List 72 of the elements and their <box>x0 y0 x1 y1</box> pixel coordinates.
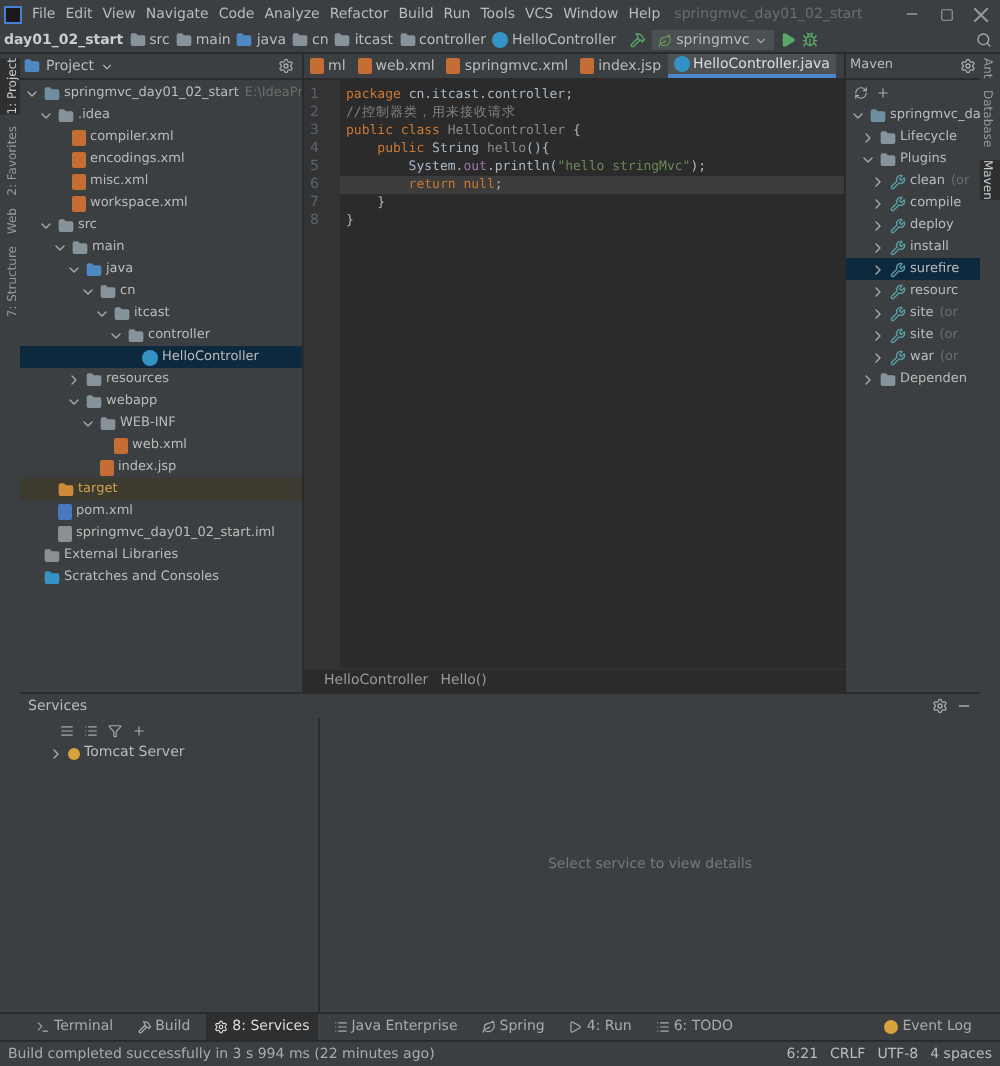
file-icon <box>310 58 324 74</box>
caret-icon[interactable] <box>870 327 886 343</box>
hammer-icon <box>137 1020 152 1034</box>
filter-icon[interactable] <box>108 723 122 737</box>
file-icon <box>357 58 372 74</box>
folder-icon <box>100 415 116 431</box>
folder-icon <box>880 129 896 145</box>
folder-icon <box>334 32 351 48</box>
caret-icon[interactable] <box>870 349 886 365</box>
folder-icon <box>880 151 896 167</box>
run-icon[interactable] <box>779 32 796 48</box>
folder-icon <box>44 547 60 563</box>
search-icon[interactable] <box>976 32 992 48</box>
folder-icon <box>44 85 60 101</box>
caret-icon[interactable] <box>870 195 886 211</box>
folder-icon <box>86 393 102 409</box>
debug-icon[interactable] <box>801 32 818 48</box>
maximize-icon[interactable] <box>940 7 954 21</box>
class-icon <box>491 32 508 48</box>
settings-icon[interactable] <box>278 58 294 74</box>
expand-all-icon[interactable] <box>60 723 74 737</box>
settings-icon[interactable] <box>932 698 948 714</box>
folder-icon <box>58 217 74 233</box>
settings-icon[interactable] <box>960 58 976 74</box>
file-icon <box>446 58 461 74</box>
leaf-icon <box>658 33 673 47</box>
list-icon <box>655 1020 670 1034</box>
leaf-icon <box>481 1020 496 1034</box>
caret-icon[interactable] <box>870 239 886 255</box>
folder-icon <box>58 107 74 123</box>
add-icon[interactable] <box>876 85 890 99</box>
tomcat-icon <box>68 747 80 759</box>
caret-icon[interactable] <box>860 129 876 145</box>
folder-icon <box>100 283 116 299</box>
folder-icon <box>292 32 309 48</box>
caret-icon[interactable] <box>870 173 886 189</box>
folder-icon <box>399 32 416 48</box>
event-log-icon <box>884 1020 899 1034</box>
add-icon[interactable] <box>132 723 146 737</box>
folder-icon <box>175 32 192 48</box>
caret-icon[interactable] <box>870 261 886 277</box>
folder-icon <box>72 239 88 255</box>
caret-icon[interactable] <box>99 59 114 73</box>
folder-icon <box>236 32 253 48</box>
folder-icon <box>128 327 144 343</box>
file-icon <box>580 58 595 74</box>
list-icon <box>333 1020 348 1034</box>
caret-icon[interactable] <box>870 217 886 233</box>
caret-icon[interactable] <box>48 745 64 761</box>
close-icon[interactable] <box>974 7 988 21</box>
folder-icon <box>86 261 102 277</box>
class-icon <box>673 56 690 72</box>
hammer-icon[interactable] <box>630 32 647 48</box>
folder-icon <box>870 107 886 123</box>
refresh-icon[interactable] <box>854 85 868 99</box>
folder-icon <box>114 305 130 321</box>
caret-icon[interactable] <box>870 283 886 299</box>
folder-icon <box>880 371 896 387</box>
terminal-icon <box>36 1020 50 1034</box>
caret-icon <box>753 33 768 47</box>
folder-icon <box>44 569 60 585</box>
folder-icon <box>129 32 146 48</box>
caret-icon[interactable] <box>66 371 82 387</box>
folder-icon <box>86 371 102 387</box>
caret-icon[interactable] <box>870 305 886 321</box>
run-icon <box>568 1020 583 1034</box>
folder-icon <box>24 58 40 74</box>
app-logo-icon <box>4 5 22 23</box>
folder-icon <box>58 481 74 497</box>
group-icon[interactable] <box>84 723 98 737</box>
caret-icon[interactable] <box>860 371 876 387</box>
class-icon <box>142 349 158 365</box>
